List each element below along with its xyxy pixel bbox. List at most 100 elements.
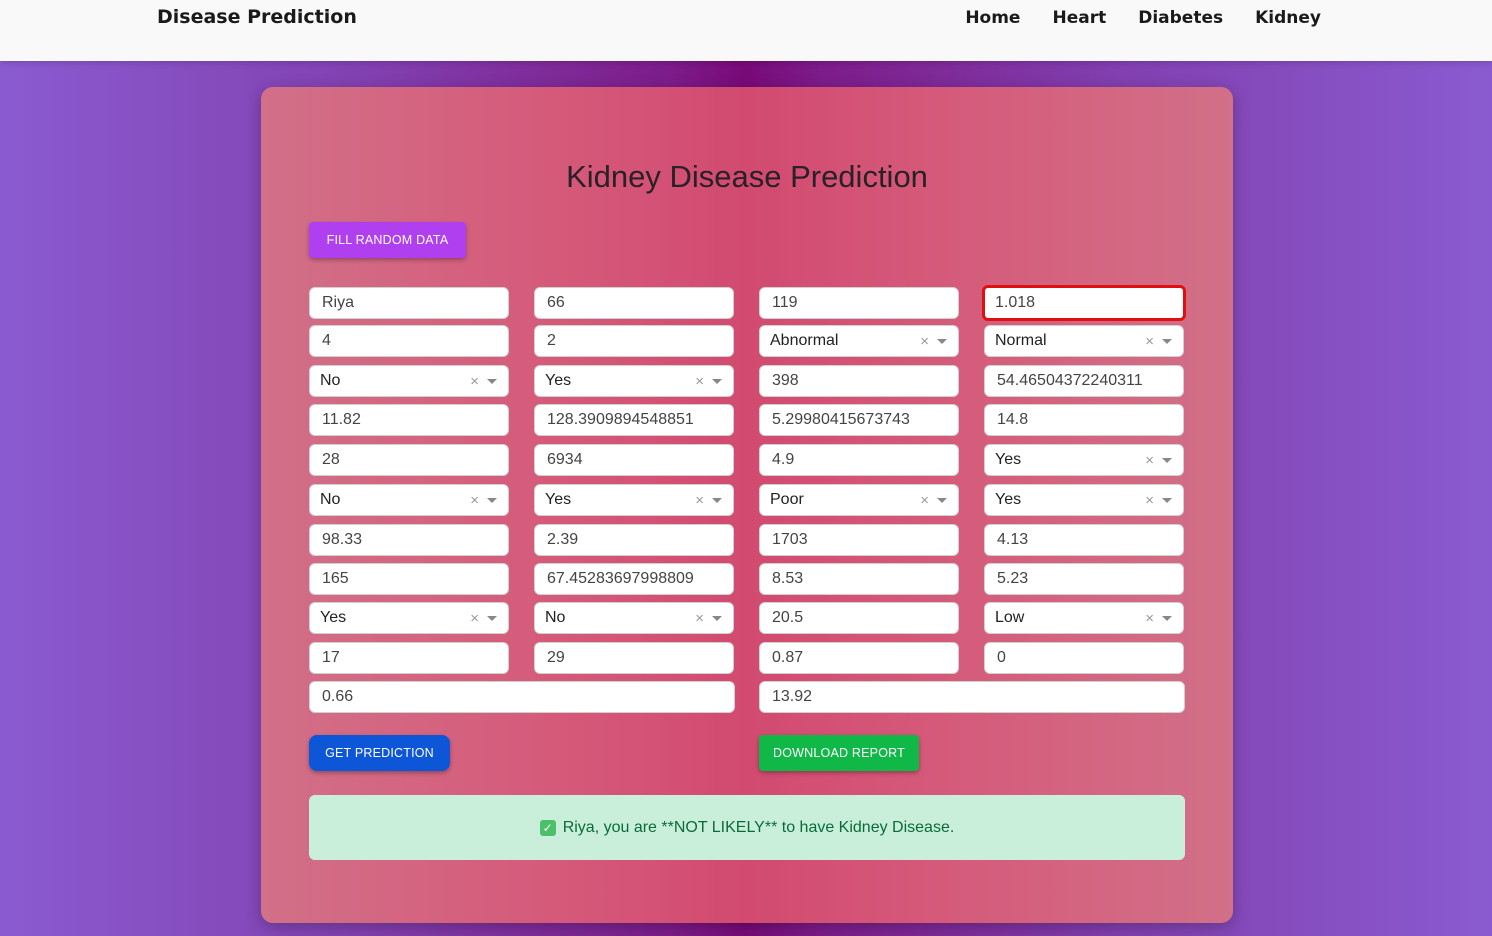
chevron-down-icon[interactable] xyxy=(712,615,722,621)
input-field[interactable]: 2.39 xyxy=(534,524,734,556)
input-field[interactable]: 29 xyxy=(534,642,734,674)
field-value: 4 xyxy=(322,332,331,349)
input-field[interactable]: 5.29980415673743 xyxy=(759,404,959,436)
input-field[interactable]: 4.9 xyxy=(759,444,959,476)
field-value: 1.018 xyxy=(995,294,1036,311)
field-value: 20.5 xyxy=(772,609,804,626)
field-value: Low xyxy=(995,609,1025,626)
chevron-down-icon[interactable] xyxy=(937,338,947,344)
clear-icon[interactable]: × xyxy=(695,610,704,627)
input-field[interactable]: 4.13 xyxy=(984,524,1184,556)
chevron-down-icon[interactable] xyxy=(487,497,497,503)
select-field[interactable]: No × xyxy=(534,602,734,634)
input-field[interactable]: 1.018 xyxy=(982,285,1186,321)
result-message: ✓ Riya, you are **NOT LIKELY** to have K… xyxy=(309,795,1185,860)
clear-icon[interactable]: × xyxy=(695,492,704,509)
input-field[interactable]: 398 xyxy=(759,365,959,397)
brand-title[interactable]: Disease Prediction xyxy=(157,6,357,28)
field-value: Yes xyxy=(545,372,572,389)
get-prediction-button[interactable]: GET PREDICTION xyxy=(309,735,450,771)
select-field[interactable]: Normal × xyxy=(984,325,1184,357)
clear-icon[interactable]: × xyxy=(1145,610,1154,627)
select-field[interactable]: Yes × xyxy=(984,484,1184,516)
clear-icon[interactable]: × xyxy=(470,492,479,509)
field-value: 398 xyxy=(772,372,799,389)
clear-icon[interactable]: × xyxy=(470,373,479,390)
field-value: No xyxy=(545,609,566,626)
chevron-down-icon[interactable] xyxy=(1162,457,1172,463)
field-value: 1703 xyxy=(772,531,808,548)
input-field[interactable]: 8.53 xyxy=(759,563,959,595)
clear-icon[interactable]: × xyxy=(1145,333,1154,350)
select-field[interactable]: Yes × xyxy=(984,444,1184,476)
input-field[interactable]: 13.92 xyxy=(759,681,1185,713)
field-value: 2.39 xyxy=(547,531,579,548)
input-field[interactable]: Riya xyxy=(309,287,509,319)
clear-icon[interactable]: × xyxy=(695,373,704,390)
field-value: 98.33 xyxy=(322,531,363,548)
input-field[interactable]: 14.8 xyxy=(984,404,1184,436)
input-field[interactable]: 0.87 xyxy=(759,642,959,674)
clear-icon[interactable]: × xyxy=(1145,492,1154,509)
field-value: 67.45283697998809 xyxy=(547,570,694,587)
select-field[interactable]: Poor × xyxy=(759,484,959,516)
field-value: 128.3909894548851 xyxy=(547,411,694,428)
chevron-down-icon[interactable] xyxy=(1162,338,1172,344)
input-field[interactable]: 0.66 xyxy=(309,681,735,713)
input-field[interactable]: 128.3909894548851 xyxy=(534,404,734,436)
input-field[interactable]: 11.82 xyxy=(309,404,509,436)
field-value: 28 xyxy=(322,451,340,468)
chevron-down-icon[interactable] xyxy=(712,378,722,384)
input-field[interactable]: 66 xyxy=(534,287,734,319)
nav-link-kidney[interactable]: Kidney xyxy=(1255,8,1321,28)
input-field[interactable]: 119 xyxy=(759,287,959,319)
field-value: 14.8 xyxy=(997,411,1029,428)
input-field[interactable]: 54.46504372240311 xyxy=(984,365,1184,397)
field-value: 17 xyxy=(322,649,340,666)
chevron-down-icon[interactable] xyxy=(1162,615,1172,621)
chevron-down-icon[interactable] xyxy=(712,497,722,503)
select-field[interactable]: No × xyxy=(309,365,509,397)
navbar: Disease Prediction Home Heart Diabetes K… xyxy=(0,0,1492,61)
input-field[interactable]: 5.23 xyxy=(984,563,1184,595)
input-field[interactable]: 28 xyxy=(309,444,509,476)
select-field[interactable]: Yes × xyxy=(309,602,509,634)
chevron-down-icon[interactable] xyxy=(1162,497,1172,503)
input-field[interactable]: 20.5 xyxy=(759,602,959,634)
field-value: 66 xyxy=(547,294,565,311)
field-value: 5.29980415673743 xyxy=(772,411,910,428)
chevron-down-icon[interactable] xyxy=(487,615,497,621)
select-field[interactable]: Abnormal × xyxy=(759,325,959,357)
chevron-down-icon[interactable] xyxy=(487,378,497,384)
input-field[interactable]: 0 xyxy=(984,642,1184,674)
field-value: 4.13 xyxy=(997,531,1029,548)
clear-icon[interactable]: × xyxy=(920,492,929,509)
field-value: Riya xyxy=(322,294,355,311)
select-field[interactable]: No × xyxy=(309,484,509,516)
input-field[interactable]: 67.45283697998809 xyxy=(534,563,734,595)
download-report-button[interactable]: DOWNLOAD REPORT xyxy=(759,735,919,771)
input-field[interactable]: 165 xyxy=(309,563,509,595)
clear-icon[interactable]: × xyxy=(1145,452,1154,469)
check-icon: ✓ xyxy=(539,819,556,836)
nav-link-home[interactable]: Home xyxy=(965,8,1020,28)
field-value: Yes xyxy=(995,491,1022,508)
select-field[interactable]: Yes × xyxy=(534,365,734,397)
select-field[interactable]: Low × xyxy=(984,602,1184,634)
select-field[interactable]: Yes × xyxy=(534,484,734,516)
field-value: 119 xyxy=(772,294,798,311)
input-field[interactable]: 1703 xyxy=(759,524,959,556)
input-field[interactable]: 2 xyxy=(534,325,734,357)
field-value: Normal xyxy=(995,332,1047,349)
nav-link-diabetes[interactable]: Diabetes xyxy=(1138,8,1223,28)
fill-random-data-button[interactable]: FILL RANDOM DATA xyxy=(309,222,466,258)
field-value: 165 xyxy=(322,570,349,587)
clear-icon[interactable]: × xyxy=(470,610,479,627)
input-field[interactable]: 4 xyxy=(309,325,509,357)
input-field[interactable]: 17 xyxy=(309,642,509,674)
input-field[interactable]: 6934 xyxy=(534,444,734,476)
chevron-down-icon[interactable] xyxy=(937,497,947,503)
clear-icon[interactable]: × xyxy=(920,333,929,350)
input-field[interactable]: 98.33 xyxy=(309,524,509,556)
nav-link-heart[interactable]: Heart xyxy=(1052,8,1106,28)
